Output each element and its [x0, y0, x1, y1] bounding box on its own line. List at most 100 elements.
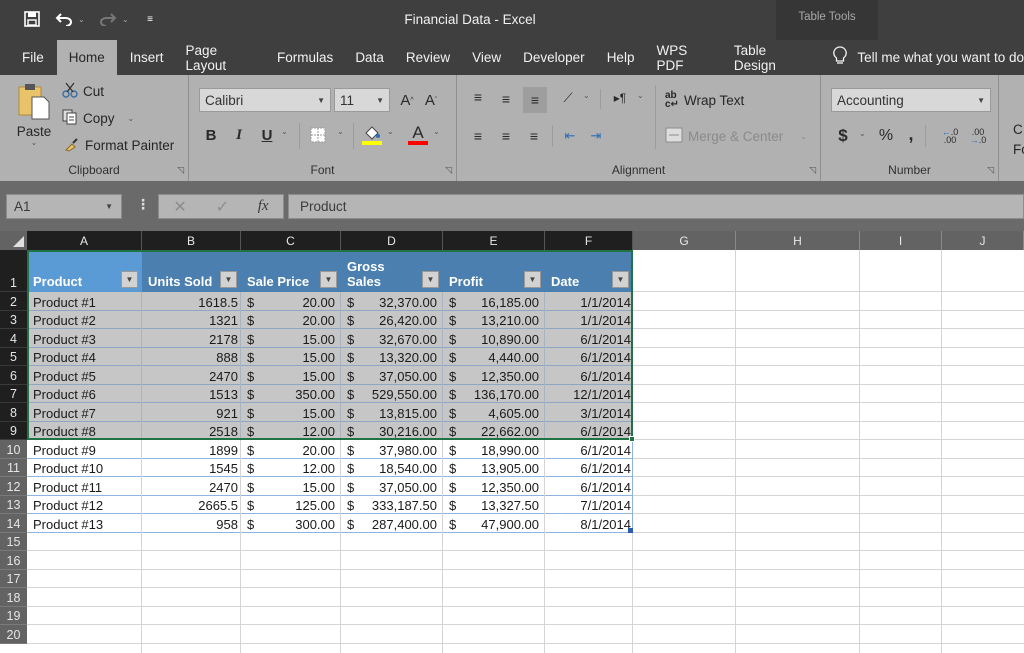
filter-dropdown-button[interactable]: ▼: [612, 271, 629, 288]
cell-profit[interactable]: 18,990.00: [443, 440, 545, 459]
comma-button[interactable]: ,: [905, 123, 917, 145]
cell-sale-price[interactable]: 350.00: [241, 385, 341, 404]
underline-button[interactable]: U: [259, 125, 275, 145]
cell-profit[interactable]: 16,185.00: [443, 292, 545, 311]
cell-sale-price[interactable]: 20.00: [241, 311, 341, 330]
cell-product[interactable]: Product #2: [27, 311, 142, 330]
font-color-dropdown-icon[interactable]: ⌄: [433, 127, 440, 136]
decrease-font-size-icon[interactable]: Aˇ: [421, 90, 441, 110]
fill-color-dropdown-icon[interactable]: ⌄: [387, 127, 394, 136]
worksheet-grid[interactable]: A B C D E F G H I J 1 2 3 4 5 6 7 8 9 10 11 12 13 14 15 16 17 18 19 2…: [0, 231, 1024, 653]
row-header-4[interactable]: 4: [0, 329, 27, 348]
column-header-j[interactable]: J: [942, 231, 1024, 250]
row-header-19[interactable]: 19: [0, 606, 27, 625]
column-header-h[interactable]: H: [736, 231, 860, 250]
row-header-8[interactable]: 8: [0, 403, 27, 422]
currency-button[interactable]: $: [835, 125, 851, 147]
cell-date[interactable]: 7/1/2014: [545, 496, 633, 515]
top-align-icon[interactable]: ≡: [467, 86, 489, 108]
cell-date[interactable]: 1/1/2014: [545, 292, 633, 311]
formula-bar-grip-icon[interactable]: ⋮: [136, 196, 150, 213]
cell-product[interactable]: Product #6: [27, 385, 142, 404]
wrap-text-button[interactable]: ab c↵ Wrap Text: [665, 91, 744, 110]
font-color-button[interactable]: A: [407, 123, 429, 147]
tab-home[interactable]: Home: [56, 40, 117, 75]
cell-date[interactable]: 1/1/2014: [545, 311, 633, 330]
filter-dropdown-button[interactable]: ▼: [422, 271, 439, 288]
row-header-13[interactable]: 13: [0, 495, 27, 514]
row-header-5[interactable]: 5: [0, 347, 27, 366]
cell-gross-sales[interactable]: 13,320.00: [341, 348, 443, 367]
column-header-f[interactable]: F: [545, 231, 633, 250]
row-header-14[interactable]: 14: [0, 514, 27, 533]
align-right-icon[interactable]: ≡: [523, 125, 545, 147]
tab-formulas[interactable]: Formulas: [266, 40, 344, 75]
column-header-a[interactable]: A: [27, 231, 142, 250]
cell-sale-price[interactable]: 20.00: [241, 440, 341, 459]
text-direction-icon[interactable]: ▸¶: [609, 87, 631, 109]
bold-button[interactable]: B: [203, 125, 219, 145]
column-header-d[interactable]: D: [341, 231, 443, 250]
alignment-launcher-icon[interactable]: ◹: [809, 165, 816, 176]
cell-profit[interactable]: 13,210.00: [443, 311, 545, 330]
filter-dropdown-button[interactable]: ▼: [220, 271, 237, 288]
cell-units-sold[interactable]: 1899: [142, 440, 241, 459]
enter-icon[interactable]: ✓: [216, 197, 229, 217]
conditional-formatting-partial[interactable]: C Fo: [1013, 120, 1024, 160]
cell-date[interactable]: 6/1/2014: [545, 477, 633, 496]
cell-units-sold[interactable]: 921: [142, 403, 241, 422]
tab-review[interactable]: Review: [395, 40, 461, 75]
cell-product[interactable]: Product #12: [27, 496, 142, 515]
row-header-3[interactable]: 3: [0, 310, 27, 329]
orientation-icon[interactable]: ⟋: [557, 87, 579, 109]
cell-sale-price[interactable]: 15.00: [241, 329, 341, 348]
column-header-e[interactable]: E: [443, 231, 545, 250]
row-header-1[interactable]: 1: [0, 250, 27, 292]
cell-product[interactable]: Product #4: [27, 348, 142, 367]
borders-icon[interactable]: [309, 126, 327, 144]
currency-dropdown-icon[interactable]: ⌄: [859, 129, 866, 138]
cell-units-sold[interactable]: 1321: [142, 311, 241, 330]
cell-units-sold[interactable]: 2470: [142, 366, 241, 385]
cell-gross-sales[interactable]: 529,550.00: [341, 385, 443, 404]
cell-gross-sales[interactable]: 37,050.00: [341, 366, 443, 385]
tab-page-layout[interactable]: Page Layout: [175, 40, 267, 75]
cell-sale-price[interactable]: 12.00: [241, 422, 341, 441]
orientation-dropdown-icon[interactable]: ⌄: [583, 91, 590, 100]
cell-units-sold[interactable]: 2470: [142, 477, 241, 496]
italic-button[interactable]: I: [231, 125, 247, 145]
cell-sale-price[interactable]: 300.00: [241, 514, 341, 533]
cell-sale-price[interactable]: 20.00: [241, 292, 341, 311]
cell-profit[interactable]: 12,350.00: [443, 477, 545, 496]
tell-me-box[interactable]: Tell me what you want to do: [817, 40, 1024, 75]
cell-units-sold[interactable]: 1513: [142, 385, 241, 404]
tab-data[interactable]: Data: [344, 40, 395, 75]
cell-date[interactable]: 6/1/2014: [545, 366, 633, 385]
cell-profit[interactable]: 13,327.50: [443, 496, 545, 515]
cell-gross-sales[interactable]: 26,420.00: [341, 311, 443, 330]
cell-gross-sales[interactable]: 333,187.50: [341, 496, 443, 515]
merge-center-button[interactable]: Merge & Center ⌄: [665, 127, 807, 146]
column-header-i[interactable]: I: [860, 231, 942, 250]
font-name-dropdown[interactable]: Calibri ▼: [199, 88, 331, 112]
cell-gross-sales[interactable]: 30,216.00: [341, 422, 443, 441]
copy-button[interactable]: Copy ⌄: [62, 109, 134, 128]
tab-view[interactable]: View: [461, 40, 512, 75]
cell-sale-price[interactable]: 12.00: [241, 459, 341, 478]
cell-profit[interactable]: 4,605.00: [443, 403, 545, 422]
cell-product[interactable]: Product #1: [27, 292, 142, 311]
cell-date[interactable]: 8/1/2014: [545, 514, 633, 533]
cell-product[interactable]: Product #7: [27, 403, 142, 422]
cell-product[interactable]: Product #3: [27, 329, 142, 348]
filter-dropdown-button[interactable]: ▼: [320, 271, 337, 288]
cell-product[interactable]: Product #9: [27, 440, 142, 459]
row-header-18[interactable]: 18: [0, 588, 27, 607]
row-header-10[interactable]: 10: [0, 440, 27, 459]
tab-wps-pdf[interactable]: WPS PDF: [645, 40, 723, 75]
bottom-align-icon[interactable]: ≡: [523, 87, 547, 113]
font-size-dropdown[interactable]: 11 ▼: [334, 88, 390, 112]
number-format-dropdown[interactable]: Accounting ▼: [831, 88, 991, 112]
cell-units-sold[interactable]: 2518: [142, 422, 241, 441]
column-header-g[interactable]: G: [633, 231, 736, 250]
tab-file[interactable]: File: [0, 40, 55, 75]
